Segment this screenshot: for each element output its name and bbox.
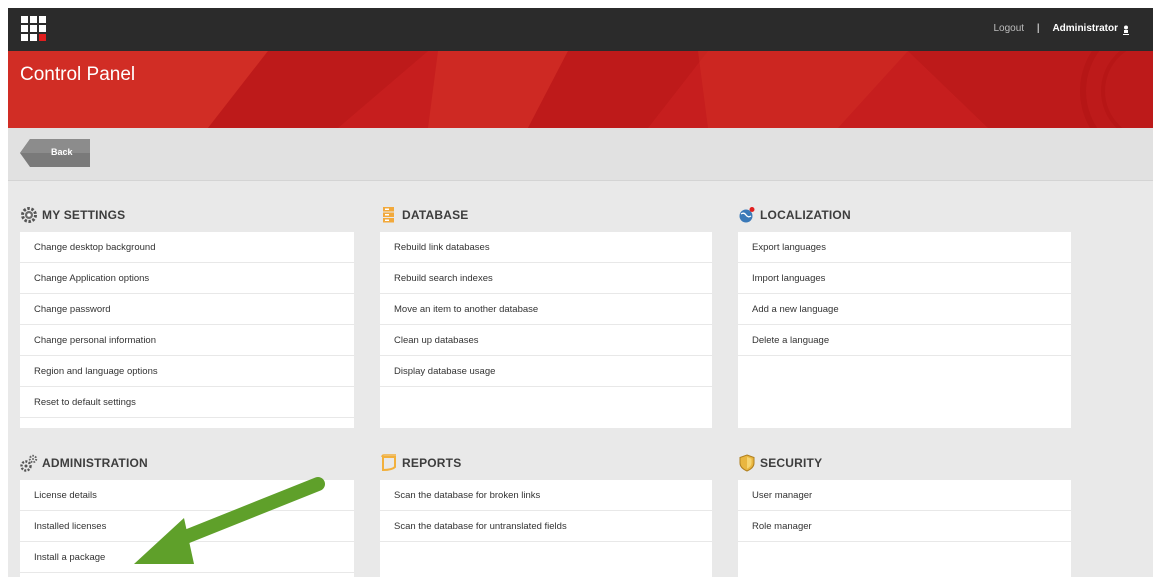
list-item[interactable]: Change personal information xyxy=(20,325,354,356)
list-item[interactable]: License details xyxy=(20,480,354,511)
list-item[interactable]: Change password xyxy=(20,294,354,325)
top-separator: | xyxy=(1036,23,1040,34)
back-button[interactable]: Back xyxy=(20,139,90,167)
gears-icon xyxy=(20,454,38,472)
section-title: DATABASE xyxy=(402,208,469,222)
list-item[interactable]: Add a new language xyxy=(738,294,1071,325)
list-item[interactable]: Scan the database for broken links xyxy=(380,480,712,511)
page-title: Control Panel xyxy=(20,64,136,85)
database-icon xyxy=(383,207,394,223)
header-banner: Control Panel xyxy=(8,51,1153,128)
list-item[interactable]: Scan the database for untranslated field… xyxy=(380,511,712,542)
section-title: MY SETTINGS xyxy=(42,208,126,222)
list-item[interactable]: Change desktop background xyxy=(20,232,354,263)
localization-list: Export languages Import languages Add a … xyxy=(738,232,1071,428)
report-icon xyxy=(381,454,396,472)
list-item[interactable]: Delete a language xyxy=(738,325,1071,356)
globe-icon xyxy=(739,207,755,223)
reports-list: Scan the database for broken links Scan … xyxy=(380,480,712,577)
list-item[interactable]: Display database usage xyxy=(380,356,712,387)
banner-background xyxy=(8,51,1153,128)
list-item[interactable]: Move an item to another database xyxy=(380,294,712,325)
database-list: Rebuild link databases Rebuild search in… xyxy=(380,232,712,428)
list-item[interactable]: Change Application options xyxy=(20,263,354,294)
list-item[interactable]: Rebuild search indexes xyxy=(380,263,712,294)
top-links: Logout | Administrator xyxy=(993,23,1118,34)
list-item[interactable]: Rebuild link databases xyxy=(380,232,712,263)
shield-icon xyxy=(739,454,755,472)
list-item[interactable]: Clean up databases xyxy=(380,325,712,356)
list-item[interactable]: Installed licenses xyxy=(20,511,354,542)
settings-list: Change desktop background Change Applica… xyxy=(20,232,354,428)
toolbar: Back xyxy=(8,128,1153,181)
top-bar: Logout | Administrator xyxy=(8,8,1153,51)
list-item[interactable]: Region and language options xyxy=(20,356,354,387)
section-title: LOCALIZATION xyxy=(760,208,851,222)
list-item[interactable]: Import languages xyxy=(738,263,1071,294)
grid-logo-icon[interactable] xyxy=(21,16,47,42)
logout-link[interactable]: Logout xyxy=(993,23,1024,34)
list-item[interactable]: User manager xyxy=(738,480,1071,511)
user-icon[interactable] xyxy=(1123,25,1129,35)
section-title: ADMINISTRATION xyxy=(42,456,148,470)
security-list: User manager Role manager xyxy=(738,480,1071,577)
administration-list: License details Installed licenses Insta… xyxy=(20,480,354,577)
list-item[interactable]: Role manager xyxy=(738,511,1071,542)
section-title: REPORTS xyxy=(402,456,462,470)
list-item[interactable]: Install a package xyxy=(20,542,354,573)
gear-icon xyxy=(21,207,37,223)
list-item[interactable]: Export languages xyxy=(738,232,1071,263)
list-item[interactable]: Reset to default settings xyxy=(20,387,354,418)
section-title: SECURITY xyxy=(760,456,823,470)
control-panel-window: Logout | Administrator Control Panel Bac… xyxy=(8,8,1153,577)
administrator-link[interactable]: Administrator xyxy=(1052,23,1118,34)
back-button-label: Back xyxy=(51,147,73,157)
